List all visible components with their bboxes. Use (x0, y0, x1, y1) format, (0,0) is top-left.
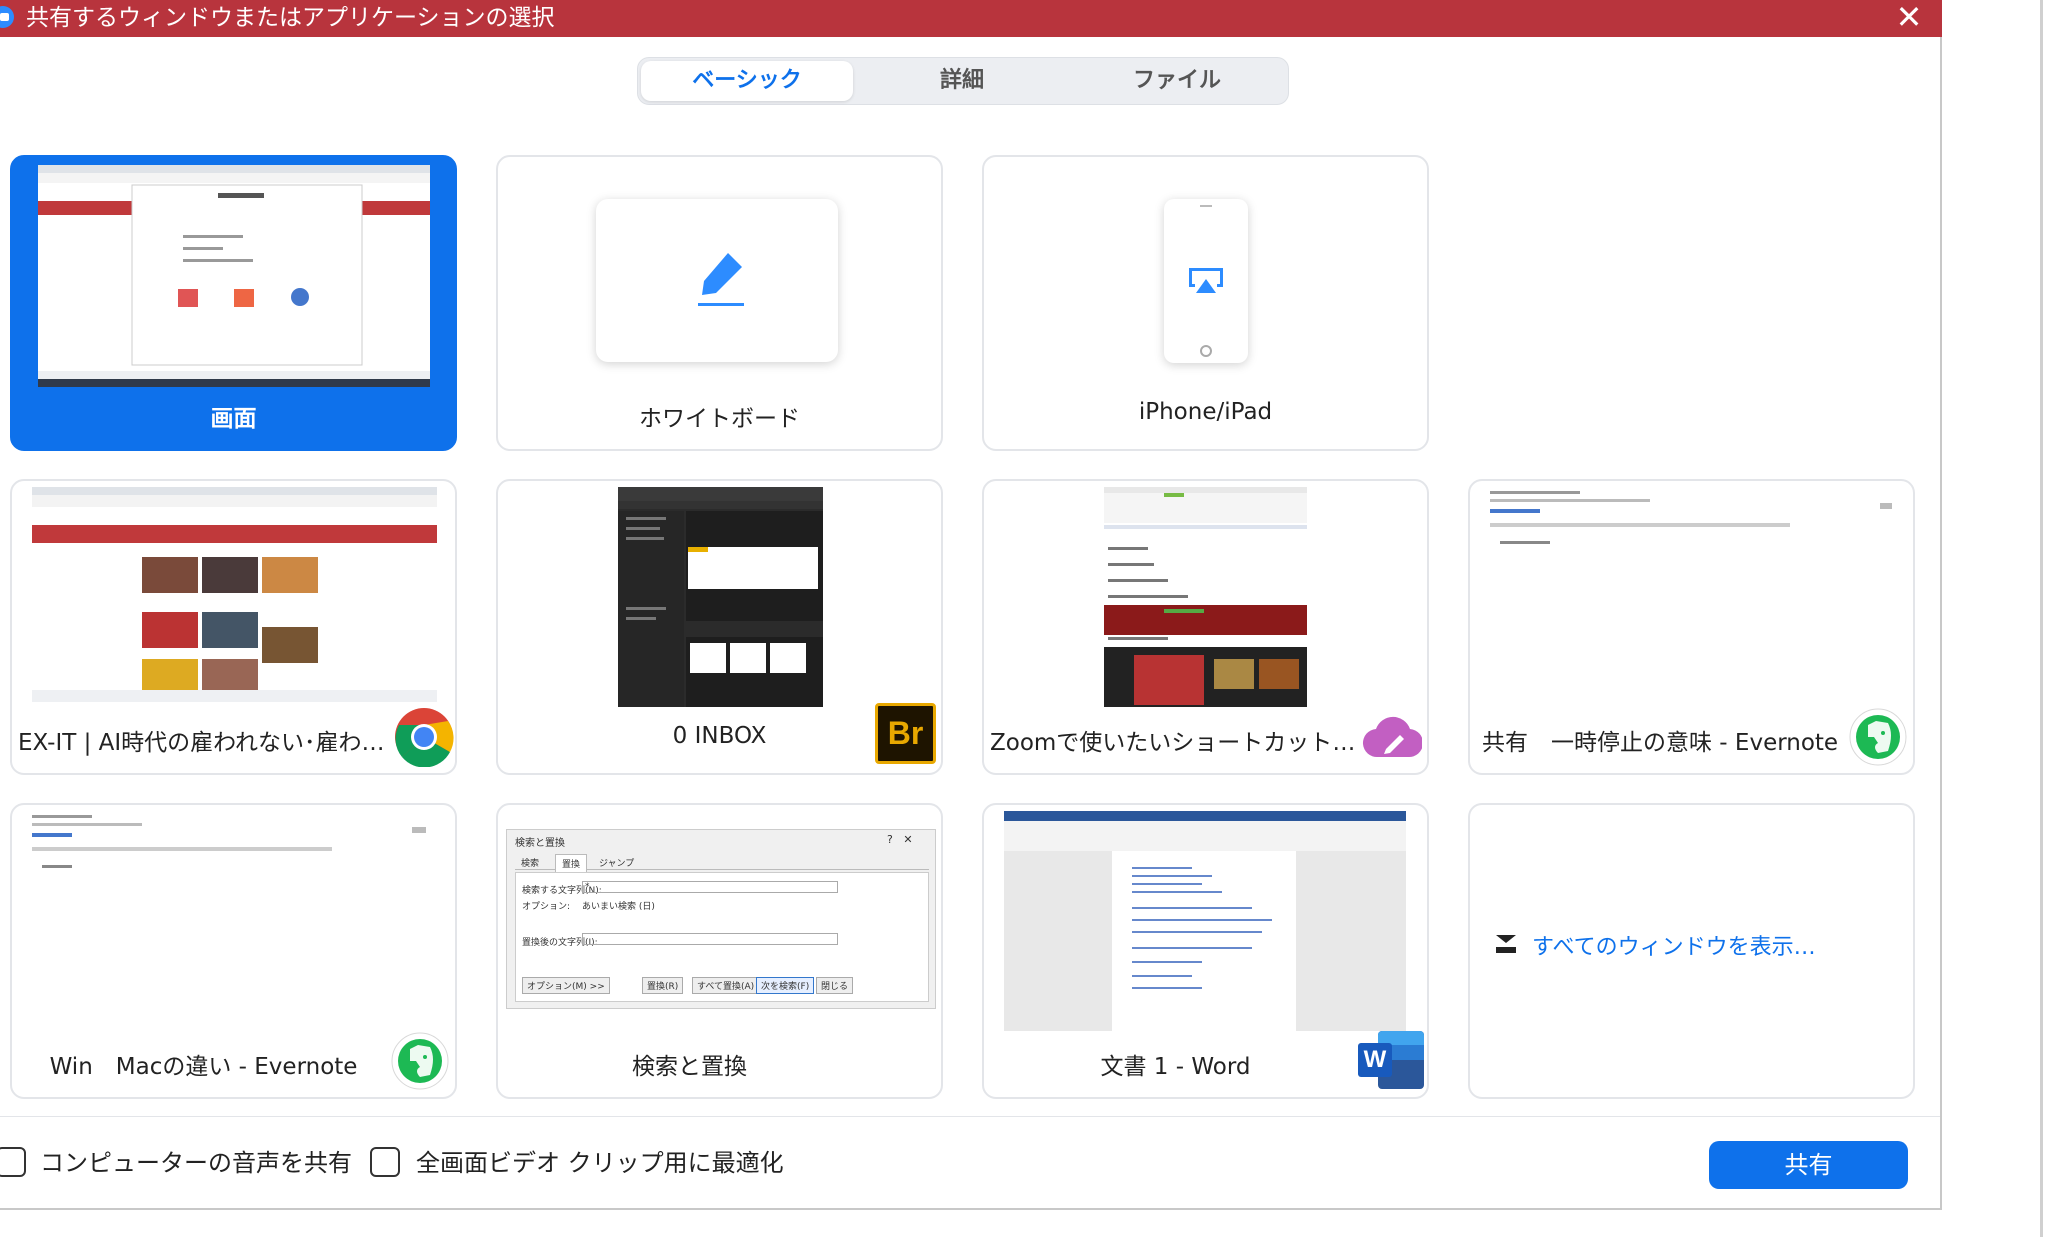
card-label: ホワイトボード (639, 406, 800, 432)
airplay-icon (1189, 268, 1223, 293)
share-card-word[interactable]: 文書 1 - Word W (982, 803, 1429, 1099)
share-audio-label: コンピューターの音声を共有 (40, 1149, 352, 1177)
whiteboard-preview (596, 199, 838, 362)
show-all-windows-link[interactable]: すべてのウィンドウを表示… (1532, 929, 1816, 961)
find-input: * (582, 881, 838, 893)
evernote-thumbnail (1480, 487, 1900, 702)
share-dialog: 共有するウィンドウまたはアプリケーションの選択 ✕ ベーシック 詳細 ファイル (0, 0, 1942, 1210)
window-title: 共有するウィンドウまたはアプリケーションの選択 (26, 5, 555, 31)
option-value: あいまい検索 (日) (582, 902, 655, 912)
card-label: 文書 1 - Word (1100, 1054, 1251, 1080)
share-card-chrome[interactable]: EX-IT | AI時代の雇われない･雇わな… (10, 479, 457, 775)
close-icon[interactable]: ✕ (1893, 0, 1925, 37)
card-label: 0 INBOX (672, 723, 767, 749)
pen-icon (698, 253, 744, 306)
tab-bar: ベーシック 詳細 ファイル (637, 57, 1289, 105)
bridge-icon: Br (875, 703, 936, 764)
share-card-whiteboard[interactable]: ホワイトボード (496, 155, 943, 451)
evernote-icon (1849, 708, 1907, 766)
tab-basic[interactable]: ベーシック (641, 61, 853, 101)
expand-windows-icon (1496, 935, 1516, 953)
background-edge (2040, 0, 2043, 1237)
bridge-thumbnail (618, 487, 823, 707)
phone-preview (1164, 199, 1248, 363)
share-button[interactable]: 共有 (1709, 1141, 1908, 1189)
share-card-zoom-article[interactable]: Zoomで使いたいショートカットキー - … (982, 479, 1429, 775)
replace-all-button: すべて置換(A) (692, 977, 760, 994)
evernote-thumbnail (22, 811, 442, 1026)
tab-files[interactable]: ファイル (1071, 61, 1283, 101)
card-label: 画面 (210, 406, 257, 432)
word-thumbnail (1004, 811, 1406, 1031)
optimize-video-label: 全画面ビデオ クリップ用に最適化 (416, 1149, 784, 1177)
replace-input (582, 933, 838, 945)
find-replace-thumbnail: 検索と置換 ? ✕ 検索 置換 ジャンプ 検索する文字列(N): * オプション… (506, 829, 936, 1009)
options-button: オプション(M) >> (522, 977, 610, 994)
option-label: オプション: (522, 902, 571, 912)
share-card-show-all[interactable]: すべてのウィンドウを表示… (1468, 803, 1915, 1099)
card-label: iPhone/iPad (1138, 399, 1273, 425)
zoom-app-icon (0, 6, 14, 28)
phone-speaker (1200, 205, 1212, 207)
card-label: Win Macの違い - Evernote (49, 1054, 358, 1080)
title-bar: 共有するウィンドウまたはアプリケーションの選択 ✕ (0, 0, 1942, 37)
word-icon: W (1358, 1031, 1424, 1089)
word-letter: W (1358, 1043, 1392, 1077)
zoom-article-thumbnail (1104, 487, 1307, 707)
card-label: Zoomで使いたいショートカットキー - … (990, 730, 1357, 756)
find-next-button: 次を検索(F) (756, 977, 815, 994)
share-card-bridge[interactable]: 0 INBOX Br (496, 479, 943, 775)
tab-advanced[interactable]: 詳細 (856, 61, 1068, 101)
card-label: 共有 一時停止の意味 - Evernote (1482, 730, 1839, 756)
card-label: 検索と置換 (632, 1054, 747, 1080)
share-card-evernote-win-mac[interactable]: Win Macの違い - Evernote (10, 803, 457, 1099)
optimize-video-checkbox[interactable] (370, 1147, 400, 1177)
share-card-evernote-share[interactable]: 共有 一時停止の意味 - Evernote (1468, 479, 1915, 775)
share-card-find-replace[interactable]: 検索と置換 ? ✕ 検索 置換 ジャンプ 検索する文字列(N): * オプション… (496, 803, 943, 1099)
replace-button: 置換(R) (642, 977, 684, 994)
card-label: EX-IT | AI時代の雇われない･雇わな… (18, 730, 385, 756)
creative-cloud-icon (1362, 716, 1422, 758)
phone-home-button (1200, 345, 1212, 357)
screen-thumbnail (38, 165, 430, 387)
dialog-tab-find: 検索 (521, 859, 540, 869)
share-card-screen[interactable]: 画面 (10, 155, 457, 451)
dialog-title: 検索と置換 (515, 838, 565, 849)
dialog-tab-jump: ジャンプ (599, 859, 635, 869)
chrome-icon (395, 708, 454, 767)
share-card-iphone[interactable]: iPhone/iPad (982, 155, 1429, 451)
dialog-tab-replace: 置換 (555, 854, 588, 872)
share-audio-checkbox[interactable] (0, 1147, 26, 1177)
chrome-thumbnail (32, 487, 437, 702)
footer-divider (0, 1116, 1940, 1117)
evernote-icon (391, 1032, 449, 1090)
close-dialog-button: 閉じる (816, 977, 854, 994)
